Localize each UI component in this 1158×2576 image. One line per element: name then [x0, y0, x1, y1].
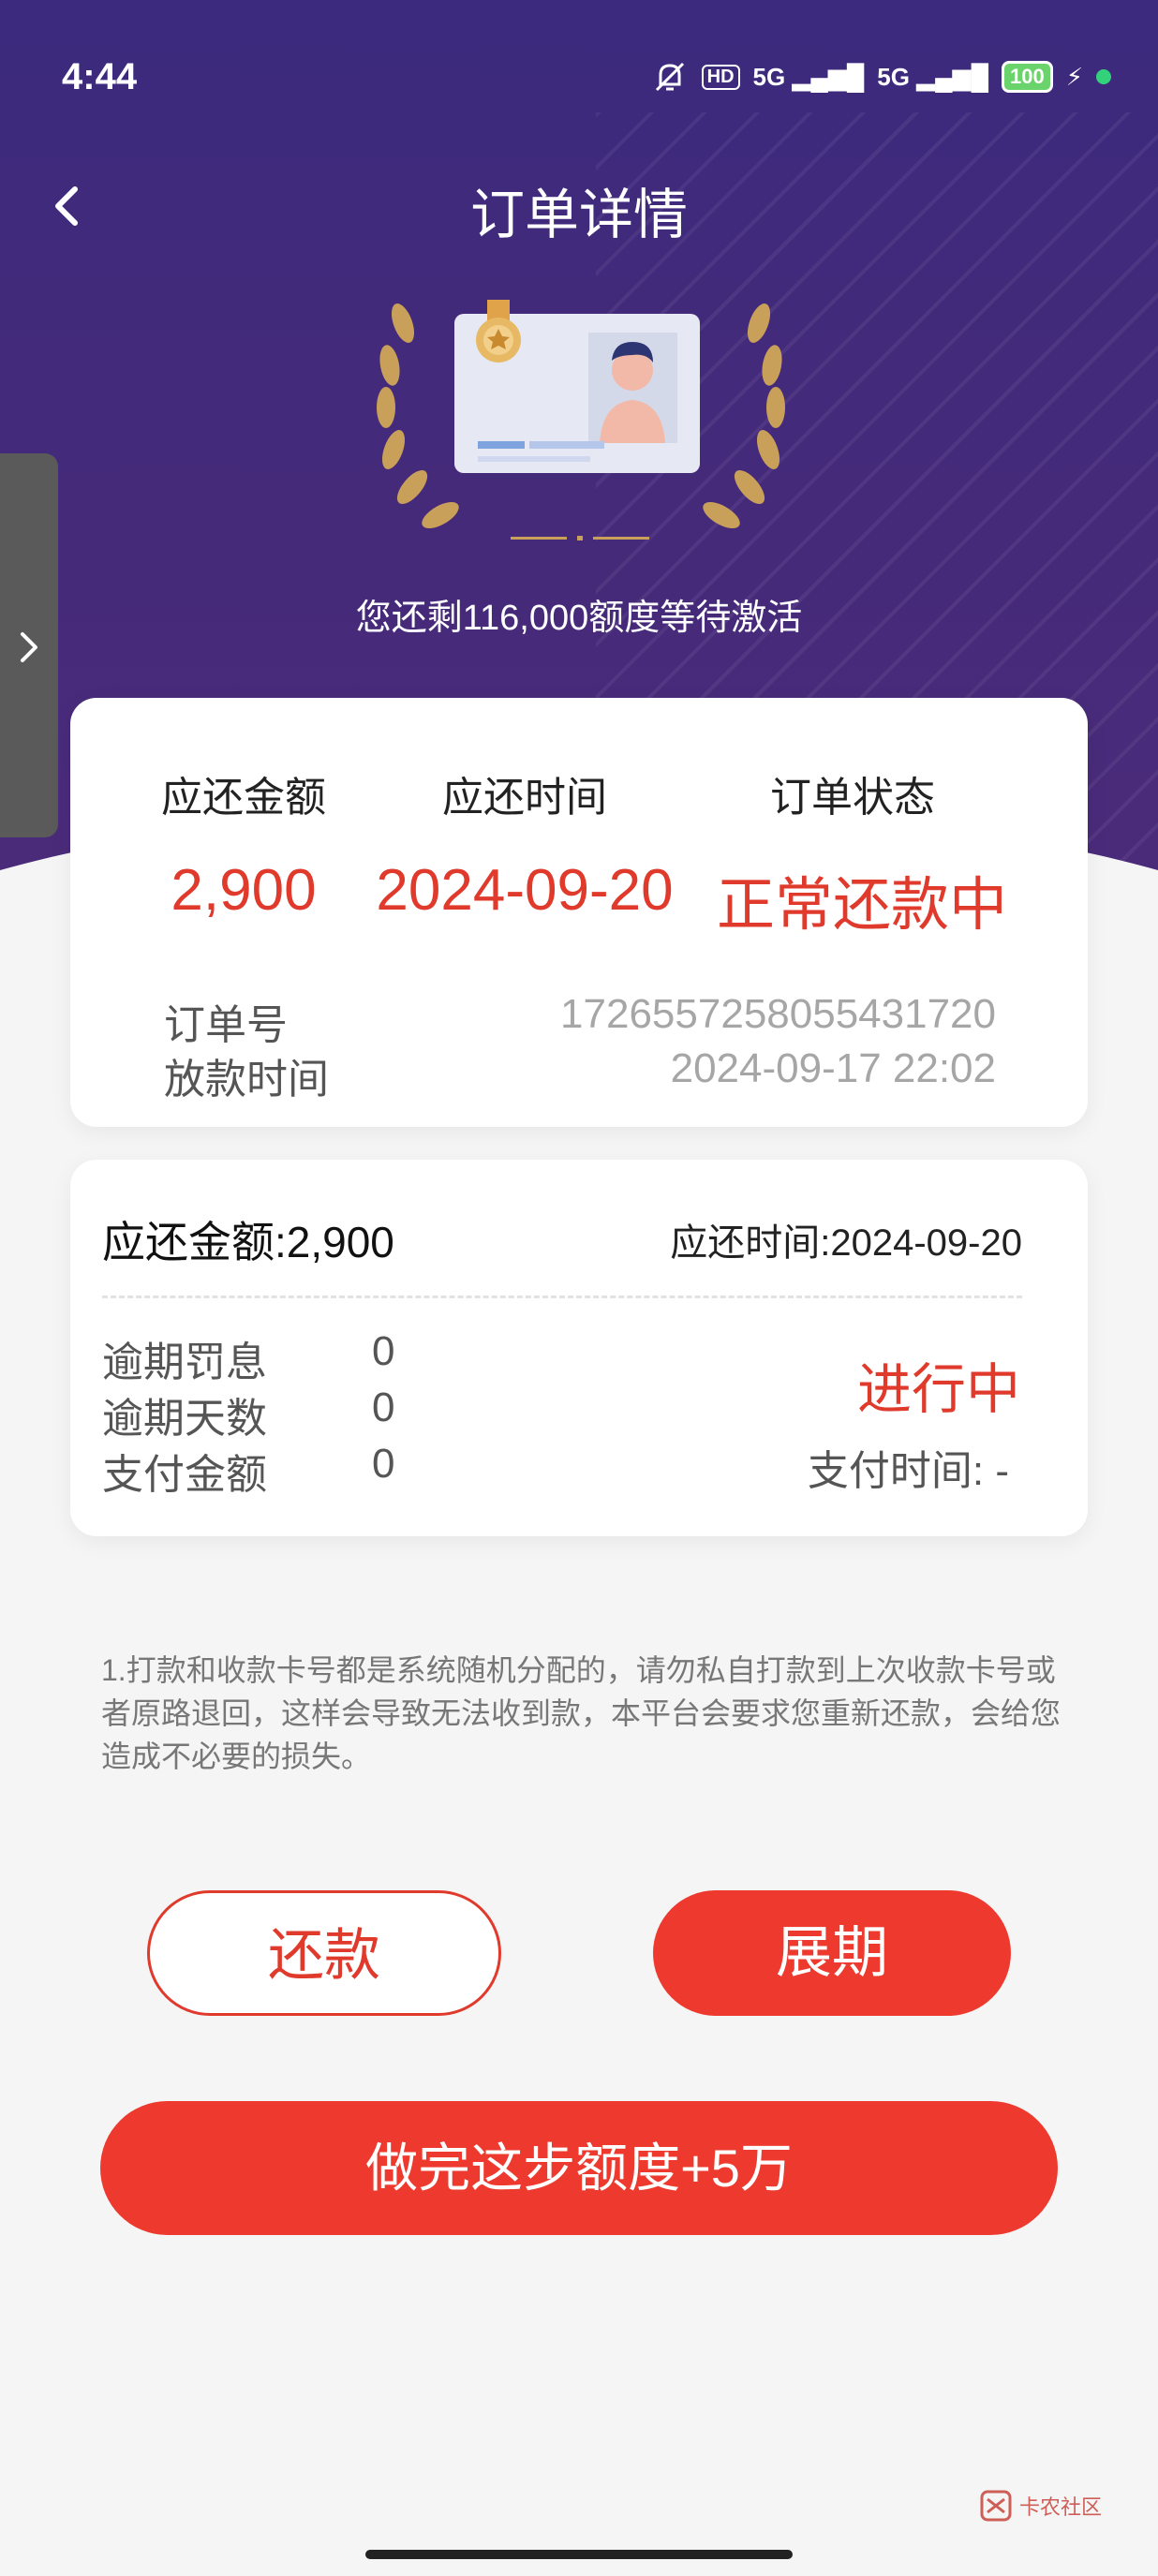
status-time: 4:44	[62, 56, 138, 97]
order-no-value: 1726557258055431720	[560, 991, 996, 1037]
due-amount-value: 2,900	[171, 858, 317, 923]
mute-bell-icon	[655, 62, 684, 92]
dashed-divider	[102, 1295, 1022, 1298]
watermark-logo-icon	[980, 2490, 1012, 2522]
home-indicator[interactable]	[365, 2550, 793, 2559]
extend-button[interactable]: 展期	[653, 1890, 1011, 2016]
boost-credit-button[interactable]: 做完这步额度+5万	[100, 2101, 1058, 2235]
notice-text: 1.打款和收款卡号都是系统随机分配的，请勿私自打款到上次收款卡号或者原路退回，这…	[101, 1653, 1062, 1773]
due-amount-label: 应还金额	[161, 775, 326, 821]
order-status-value: 正常还款中	[716, 873, 1007, 938]
overdue-penalty-label: 逾期罚息	[102, 1340, 267, 1385]
overdue-days-label: 逾期天数	[102, 1396, 267, 1442]
side-drawer-handle[interactable]	[0, 453, 58, 837]
signal-5g-icon-2: 5G ▂▄▆█	[877, 62, 989, 91]
status-bar: 4:44 HD 5G ▂▄▆█ 5G ▂▄▆█ 100 ⚡	[0, 0, 1158, 159]
due-date-label: 应还时间	[442, 775, 607, 821]
status-icons: HD 5G ▂▄▆█ 5G ▂▄▆█ 100 ⚡	[651, 58, 1111, 96]
pay-time: 支付时间: -	[807, 1448, 1009, 1494]
installment-status: 进行中	[856, 1359, 1020, 1420]
page-title: 订单详情	[469, 185, 688, 245]
order-summary-card: 应还金额 应还时间 订单状态 2,900 2024-09-20 正常还款中 订单…	[70, 698, 1088, 1127]
order-no-label: 订单号	[164, 1002, 288, 1048]
order-status-label: 订单状态	[770, 775, 935, 821]
signal-5g-icon: 5G ▂▄▆█	[752, 62, 865, 91]
due-date-value: 2024-09-20	[376, 858, 674, 923]
paid-amount-label: 支付金额	[102, 1452, 267, 1498]
watermark-text: 卡农社区	[1018, 2495, 1102, 2519]
repay-button[interactable]: 还款	[147, 1890, 501, 2016]
charging-icon: ⚡	[1065, 62, 1083, 91]
installment-amount: 应还金额:2,900	[102, 1218, 394, 1266]
credit-card-emblem-icon	[377, 300, 785, 540]
loan-time-value: 2024-09-17 22:02	[670, 1045, 996, 1091]
paid-amount-value: 0	[372, 1441, 395, 1487]
signal1-label: 5G	[752, 62, 786, 91]
overdue-days-value: 0	[372, 1384, 395, 1430]
installment-card: 应还金额:2,900 应还时间:2024-09-20 逾期罚息 0 逾期天数 0…	[70, 1160, 1088, 1536]
installment-due-date: 应还时间:2024-09-20	[670, 1222, 1022, 1264]
battery-icon: 100	[1002, 61, 1053, 93]
watermark: 卡农社区	[980, 2490, 1102, 2522]
privacy-dot-icon	[1096, 69, 1111, 84]
signal2-label: 5G	[877, 62, 910, 91]
chevron-right-icon	[21, 632, 37, 662]
remaining-credit-text: 您还剩116,000额度等待激活	[355, 599, 803, 638]
overdue-penalty-value: 0	[372, 1328, 395, 1374]
loan-time-label: 放款时间	[164, 1057, 329, 1103]
hd-icon: HD	[701, 64, 740, 90]
